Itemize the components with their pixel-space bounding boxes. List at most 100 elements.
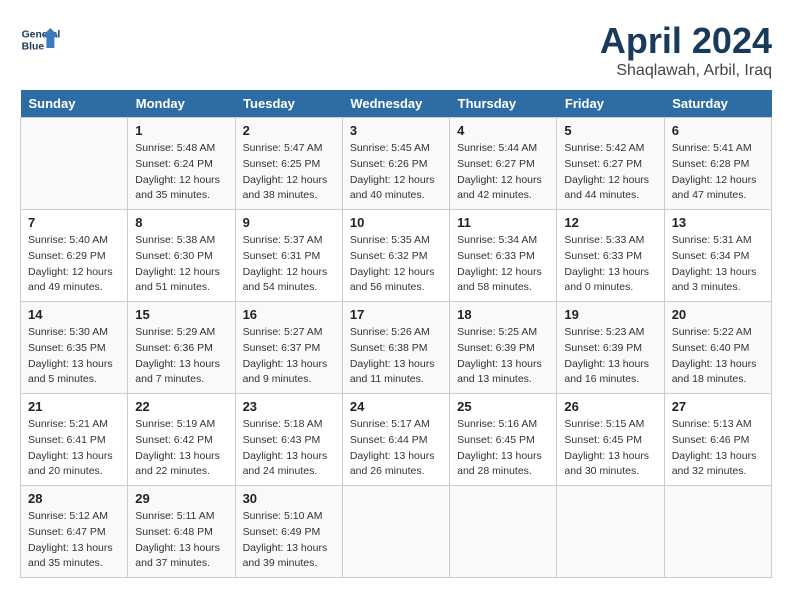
week-row-2: 7 Sunrise: 5:40 AM Sunset: 6:29 PM Daylig…	[21, 210, 772, 302]
day-cell: 10 Sunrise: 5:35 AM Sunset: 6:32 PM Dayli…	[342, 210, 449, 302]
day-info: Sunrise: 5:12 AM Sunset: 6:47 PM Dayligh…	[28, 509, 120, 572]
day-cell: 29 Sunrise: 5:11 AM Sunset: 6:48 PM Dayli…	[128, 486, 235, 578]
header-thursday: Thursday	[450, 90, 557, 118]
day-cell: 18Sunrise: 5:25 AM Sunset: 6:39 PM Dayli…	[450, 302, 557, 394]
day-number: 23	[243, 399, 335, 414]
day-info: Sunrise: 5:21 AM Sunset: 6:41 PM Dayligh…	[28, 417, 120, 480]
day-info: Sunrise: 5:11 AM Sunset: 6:48 PM Dayligh…	[135, 509, 227, 572]
day-number: 29	[135, 491, 227, 506]
logo-icon: General Blue	[20, 20, 60, 60]
week-row-5: 28 Sunrise: 5:12 AM Sunset: 6:47 PM Dayli…	[21, 486, 772, 578]
day-cell: 30Sunrise: 5:10 AM Sunset: 6:49 PM Dayli…	[235, 486, 342, 578]
day-cell: 27 Sunrise: 5:13 AM Sunset: 6:46 PM Dayli…	[664, 394, 771, 486]
day-info: Sunrise: 5:31 AM Sunset: 6:34 PM Dayligh…	[672, 233, 764, 296]
day-info: Sunrise: 5:33 AM Sunset: 6:33 PM Dayligh…	[564, 233, 656, 296]
day-number: 2	[243, 123, 335, 138]
day-number: 24	[350, 399, 442, 414]
day-cell: 14 Sunrise: 5:30 AM Sunset: 6:35 PM Dayli…	[21, 302, 128, 394]
day-cell: 1Sunrise: 5:48 AM Sunset: 6:24 PM Daylig…	[128, 118, 235, 210]
day-info: Sunrise: 5:19 AM Sunset: 6:42 PM Dayligh…	[135, 417, 227, 480]
day-number: 11	[457, 215, 549, 230]
day-info: Sunrise: 5:48 AM Sunset: 6:24 PM Dayligh…	[135, 141, 227, 204]
day-info: Sunrise: 5:47 AM Sunset: 6:25 PM Dayligh…	[243, 141, 335, 204]
day-number: 28	[28, 491, 120, 506]
week-row-3: 14 Sunrise: 5:30 AM Sunset: 6:35 PM Dayli…	[21, 302, 772, 394]
day-info: Sunrise: 5:26 AM Sunset: 6:38 PM Dayligh…	[350, 325, 442, 388]
day-cell: 2 Sunrise: 5:47 AM Sunset: 6:25 PM Daylig…	[235, 118, 342, 210]
day-info: Sunrise: 5:44 AM Sunset: 6:27 PM Dayligh…	[457, 141, 549, 204]
day-info: Sunrise: 5:45 AM Sunset: 6:26 PM Dayligh…	[350, 141, 442, 204]
day-cell: 25 Sunrise: 5:16 AM Sunset: 6:45 PM Dayli…	[450, 394, 557, 486]
day-cell: 22 Sunrise: 5:19 AM Sunset: 6:42 PM Dayli…	[128, 394, 235, 486]
day-cell: 6 Sunrise: 5:41 AM Sunset: 6:28 PM Daylig…	[664, 118, 771, 210]
day-number: 27	[672, 399, 764, 414]
day-cell: 4 Sunrise: 5:44 AM Sunset: 6:27 PM Daylig…	[450, 118, 557, 210]
title-block: April 2024 Shaqlawah, Arbil, Iraq	[600, 20, 772, 80]
day-cell: 9Sunrise: 5:37 AM Sunset: 6:31 PM Daylig…	[235, 210, 342, 302]
day-number: 7	[28, 215, 120, 230]
week-row-4: 21 Sunrise: 5:21 AM Sunset: 6:41 PM Dayli…	[21, 394, 772, 486]
day-info: Sunrise: 5:10 AM Sunset: 6:49 PM Dayligh…	[243, 509, 335, 572]
day-info: Sunrise: 5:13 AM Sunset: 6:46 PM Dayligh…	[672, 417, 764, 480]
day-number: 16	[243, 307, 335, 322]
day-cell: 24Sunrise: 5:17 AM Sunset: 6:44 PM Dayli…	[342, 394, 449, 486]
day-number: 3	[350, 123, 442, 138]
day-cell: 20 Sunrise: 5:22 AM Sunset: 6:40 PM Dayli…	[664, 302, 771, 394]
day-cell	[557, 486, 664, 578]
day-info: Sunrise: 5:40 AM Sunset: 6:29 PM Dayligh…	[28, 233, 120, 296]
day-number: 14	[28, 307, 120, 322]
day-cell	[664, 486, 771, 578]
day-info: Sunrise: 5:18 AM Sunset: 6:43 PM Dayligh…	[243, 417, 335, 480]
day-number: 26	[564, 399, 656, 414]
header-wednesday: Wednesday	[342, 90, 449, 118]
day-cell: 13 Sunrise: 5:31 AM Sunset: 6:34 PM Dayli…	[664, 210, 771, 302]
day-number: 10	[350, 215, 442, 230]
day-cell: 5Sunrise: 5:42 AM Sunset: 6:27 PM Daylig…	[557, 118, 664, 210]
day-number: 22	[135, 399, 227, 414]
day-number: 17	[350, 307, 442, 322]
day-info: Sunrise: 5:15 AM Sunset: 6:45 PM Dayligh…	[564, 417, 656, 480]
day-cell: 11Sunrise: 5:34 AM Sunset: 6:33 PM Dayli…	[450, 210, 557, 302]
day-cell	[21, 118, 128, 210]
page-header: General Blue April 2024 Shaqlawah, Arbil…	[20, 20, 772, 80]
day-number: 15	[135, 307, 227, 322]
day-cell: 21 Sunrise: 5:21 AM Sunset: 6:41 PM Dayli…	[21, 394, 128, 486]
svg-text:Blue: Blue	[22, 42, 45, 53]
day-number: 13	[672, 215, 764, 230]
day-info: Sunrise: 5:41 AM Sunset: 6:28 PM Dayligh…	[672, 141, 764, 204]
header-friday: Friday	[557, 90, 664, 118]
day-cell: 15 Sunrise: 5:29 AM Sunset: 6:36 PM Dayli…	[128, 302, 235, 394]
location-subtitle: Shaqlawah, Arbil, Iraq	[600, 62, 772, 80]
calendar-header-row: SundayMondayTuesdayWednesdayThursdayFrid…	[21, 90, 772, 118]
day-cell: 3 Sunrise: 5:45 AM Sunset: 6:26 PM Daylig…	[342, 118, 449, 210]
day-cell: 26 Sunrise: 5:15 AM Sunset: 6:45 PM Dayli…	[557, 394, 664, 486]
day-number: 9	[243, 215, 335, 230]
header-tuesday: Tuesday	[235, 90, 342, 118]
calendar-table: SundayMondayTuesdayWednesdayThursdayFrid…	[20, 90, 772, 578]
day-info: Sunrise: 5:30 AM Sunset: 6:35 PM Dayligh…	[28, 325, 120, 388]
header-monday: Monday	[128, 90, 235, 118]
logo: General Blue	[20, 20, 65, 60]
day-cell: 28 Sunrise: 5:12 AM Sunset: 6:47 PM Dayli…	[21, 486, 128, 578]
day-number: 20	[672, 307, 764, 322]
day-number: 8	[135, 215, 227, 230]
day-info: Sunrise: 5:35 AM Sunset: 6:32 PM Dayligh…	[350, 233, 442, 296]
day-info: Sunrise: 5:22 AM Sunset: 6:40 PM Dayligh…	[672, 325, 764, 388]
day-cell: 12 Sunrise: 5:33 AM Sunset: 6:33 PM Dayli…	[557, 210, 664, 302]
day-info: Sunrise: 5:23 AM Sunset: 6:39 PM Dayligh…	[564, 325, 656, 388]
day-number: 21	[28, 399, 120, 414]
day-number: 6	[672, 123, 764, 138]
day-info: Sunrise: 5:16 AM Sunset: 6:45 PM Dayligh…	[457, 417, 549, 480]
day-number: 12	[564, 215, 656, 230]
day-number: 25	[457, 399, 549, 414]
day-cell: 17 Sunrise: 5:26 AM Sunset: 6:38 PM Dayli…	[342, 302, 449, 394]
day-info: Sunrise: 5:38 AM Sunset: 6:30 PM Dayligh…	[135, 233, 227, 296]
day-cell: 16 Sunrise: 5:27 AM Sunset: 6:37 PM Dayli…	[235, 302, 342, 394]
day-number: 4	[457, 123, 549, 138]
day-info: Sunrise: 5:42 AM Sunset: 6:27 PM Dayligh…	[564, 141, 656, 204]
week-row-1: 1Sunrise: 5:48 AM Sunset: 6:24 PM Daylig…	[21, 118, 772, 210]
day-info: Sunrise: 5:27 AM Sunset: 6:37 PM Dayligh…	[243, 325, 335, 388]
day-info: Sunrise: 5:29 AM Sunset: 6:36 PM Dayligh…	[135, 325, 227, 388]
day-info: Sunrise: 5:25 AM Sunset: 6:39 PM Dayligh…	[457, 325, 549, 388]
day-cell: 23 Sunrise: 5:18 AM Sunset: 6:43 PM Dayli…	[235, 394, 342, 486]
